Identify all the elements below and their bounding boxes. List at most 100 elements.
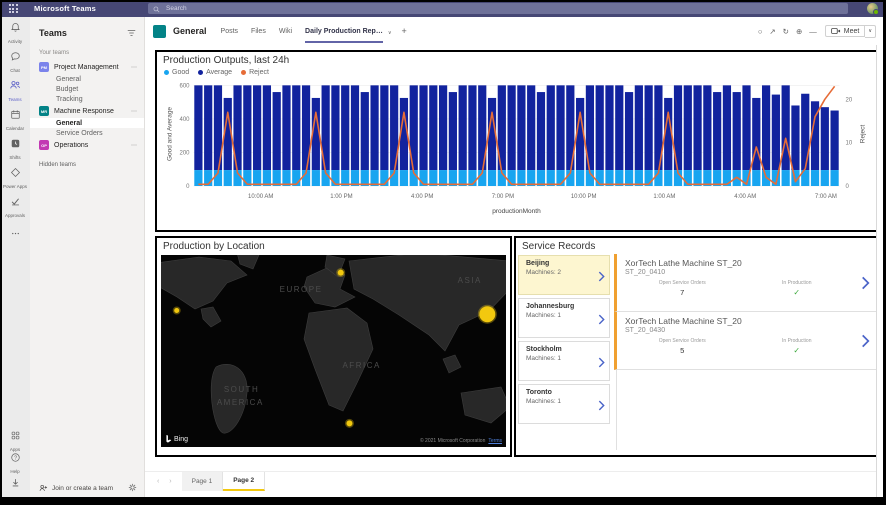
service-record-st_20_0410[interactable]: XorTech Lathe Machine ST_20ST_20_0410Ope… [614, 254, 876, 312]
more-horizontal-icon[interactable]: — [809, 27, 817, 36]
svg-text:10: 10 [846, 141, 853, 147]
chevron-right-icon [861, 276, 870, 295]
rail-item-power-apps[interactable]: Power Apps [0, 162, 30, 191]
join-team-icon [39, 479, 48, 497]
svg-text:1:00 AM: 1:00 AM [653, 194, 675, 200]
channel-tracking[interactable]: Tracking [30, 94, 144, 104]
location-card-beijing[interactable]: BeijingMachines: 2 [518, 255, 610, 295]
rail-item-activity[interactable]: Activity [0, 17, 30, 46]
add-tab-button[interactable]: + [402, 26, 407, 36]
page-tab-page-2[interactable]: Page 2 [223, 472, 265, 491]
legend-average[interactable]: Average [198, 69, 232, 76]
meet-button[interactable]: Meet [825, 25, 866, 37]
terms-link[interactable]: Terms [488, 438, 502, 444]
channel-budget[interactable]: Budget [30, 84, 144, 94]
report-page-navigation: ‹ › Page 1Page 2 [145, 471, 886, 491]
channel-service-orders[interactable]: Service Orders [30, 128, 144, 138]
scrollbar-gutter[interactable] [876, 45, 883, 497]
channel-general[interactable]: General [30, 74, 144, 84]
tab-wiki[interactable]: Wiki [279, 17, 292, 45]
team-more-icon[interactable]: ⋯ [131, 64, 138, 71]
record-list: XorTech Lathe Machine ST_20ST_20_0410Ope… [614, 254, 876, 450]
join-or-create-team[interactable]: Join or create a team [52, 485, 128, 492]
meet-dropdown-chevron-icon[interactable]: ∨ [865, 25, 876, 38]
app-rail: ActivityChatTeamsCalendarShiftsPower App… [0, 17, 30, 505]
teams-sidebar: Teams Your teams PMProject Management⋯Ge… [30, 17, 145, 505]
app-title: Microsoft Teams [34, 4, 96, 13]
rail-item-shifts[interactable]: Shifts [0, 133, 30, 162]
user-avatar[interactable] [867, 3, 878, 14]
svg-text:Reject: Reject [860, 125, 867, 144]
rail-item-teams[interactable]: Teams [0, 75, 30, 104]
svg-text:4:00 AM: 4:00 AM [734, 194, 756, 200]
svg-text:1:00 PM: 1:00 PM [330, 194, 352, 200]
svg-text:7:00 AM: 7:00 AM [815, 194, 837, 200]
search-box[interactable] [148, 3, 848, 14]
team-more-icon[interactable]: ⋯ [131, 142, 138, 149]
popout-icon[interactable]: ↗ [769, 27, 775, 36]
tab-daily-production-rep-[interactable]: Daily Production Rep… [305, 17, 383, 45]
page-tab-page-1[interactable]: Page 1 [182, 472, 224, 491]
chevron-right-icon [598, 269, 605, 287]
team-project-management[interactable]: PMProject Management⋯ [30, 60, 144, 74]
camera-icon [831, 27, 841, 35]
page-nav-arrows[interactable]: ‹ › [157, 478, 176, 485]
service-record-st_20_0430[interactable]: XorTech Lathe Machine ST_20ST_20_0430Ope… [614, 312, 876, 370]
location-card-stockholm[interactable]: StockholmMachines: 1 [518, 341, 610, 381]
rail-item-approvals[interactable]: Approvals [0, 191, 30, 220]
team-avatar: OP [39, 140, 49, 150]
bing-map[interactable]: EUROPEASIAAFRICASOUTHAMERICA Bing © 2021… [161, 255, 506, 447]
svg-text:0: 0 [186, 184, 190, 190]
channel-header: General PostsFilesWikiDaily Production R… [145, 17, 886, 45]
title-bar: Microsoft Teams [0, 0, 886, 17]
rail-item-help[interactable]: ?Help [0, 451, 30, 473]
filter-icon[interactable] [127, 24, 136, 42]
tab-files[interactable]: Files [251, 17, 266, 45]
channel-general[interactable]: General [30, 118, 144, 128]
record-list-empty-area [616, 370, 876, 450]
manage-teams-gear-icon[interactable] [128, 479, 137, 497]
svg-text:?: ? [14, 455, 17, 461]
map-dot-toronto[interactable] [174, 308, 179, 313]
production-outputs-chart-panel: Production Outputs, last 24h Good Average… [155, 50, 878, 232]
svg-text:0: 0 [846, 184, 850, 190]
hidden-teams-label[interactable]: Hidden teams [30, 152, 144, 178]
rail-item-apps[interactable]: Apps [0, 429, 30, 451]
rail-item-calendar[interactable]: Calendar [0, 104, 30, 133]
location-list: BeijingMachines: 2JohannesburgMachines: … [516, 254, 610, 450]
svg-text:200: 200 [179, 150, 190, 156]
legend-reject[interactable]: Reject [241, 69, 269, 76]
svg-text:20: 20 [846, 97, 853, 103]
refresh-icon[interactable]: ↻ [783, 27, 789, 36]
team-more-icon[interactable]: ⋯ [131, 108, 138, 115]
service-records-title: Service Records [516, 238, 876, 252]
chevron-right-icon [598, 312, 605, 330]
search-input[interactable] [164, 4, 843, 13]
team-avatar: PM [39, 62, 49, 72]
team-operations[interactable]: OPOperations⋯ [30, 138, 144, 152]
your-teams-label: Your teams [30, 48, 144, 60]
chevron-right-icon [598, 355, 605, 373]
rail-item-download[interactable] [0, 473, 30, 495]
tab-dropdown-chevron-icon[interactable]: ∨ [388, 30, 392, 36]
globe-icon[interactable]: ⊕ [796, 27, 802, 36]
approvals-icon [10, 194, 21, 212]
rail-item-chat[interactable]: Chat [0, 46, 30, 75]
legend-good[interactable]: Good [164, 69, 189, 76]
map-dot-stockholm[interactable] [338, 270, 344, 276]
power-apps-icon [10, 165, 21, 183]
channel-avatar [153, 25, 166, 38]
waffle-menu-icon[interactable] [0, 0, 26, 17]
status-circle-icon[interactable]: ○ [758, 27, 763, 36]
rail-item-more[interactable] [0, 220, 30, 249]
location-card-toronto[interactable]: TorontoMachines: 1 [518, 384, 610, 424]
location-card-johannesburg[interactable]: JohannesburgMachines: 1 [518, 298, 610, 338]
map-dot-beijing[interactable] [479, 306, 495, 322]
team-avatar: MR [39, 106, 49, 116]
map-dot-johannesburg[interactable] [346, 420, 352, 426]
svg-text:7:00 PM: 7:00 PM [492, 194, 514, 200]
team-machine-response[interactable]: MRMachine Response⋯ [30, 104, 144, 118]
production-outputs-chart[interactable]: 02004006000102010:00 AM1:00 PM4:00 PM7:0… [157, 76, 876, 223]
chart-title: Production Outputs, last 24h [157, 52, 876, 66]
tab-posts[interactable]: Posts [221, 17, 239, 45]
